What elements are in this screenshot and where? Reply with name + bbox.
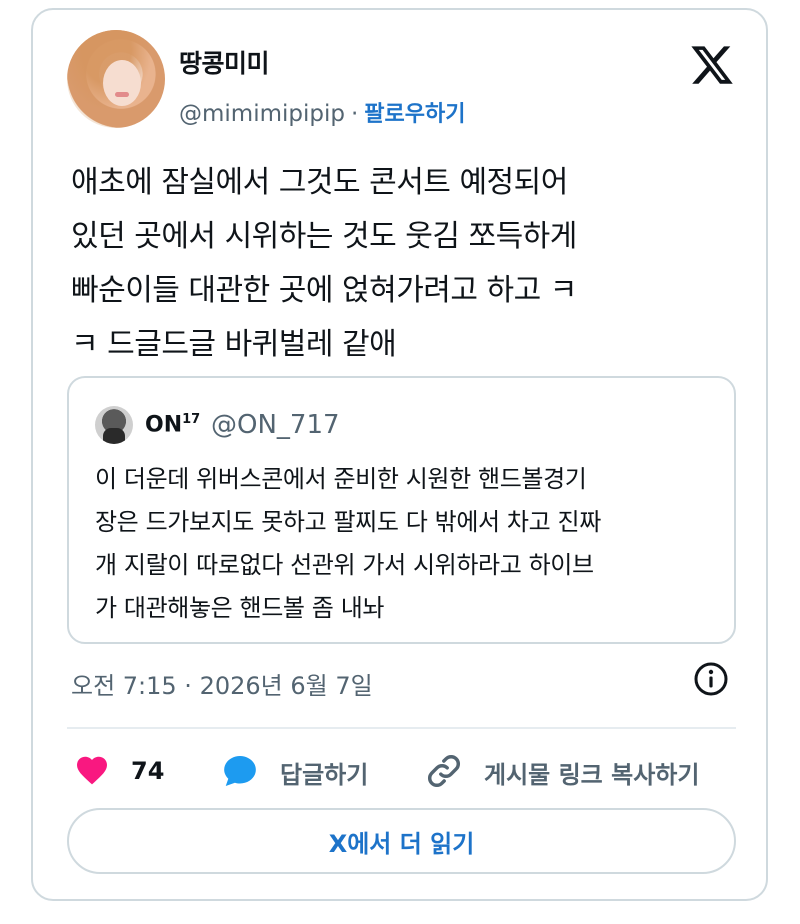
follow-link[interactable]: 팔로우하기 xyxy=(364,102,465,127)
reply-button[interactable]: 답글하기 xyxy=(280,755,368,790)
quoted-tweet-text: 이 더운데 위버스콘에서 준비한 시원한 핸드볼경기 장은 드가보지도 못하고 … xyxy=(95,465,601,622)
quoted-tweet[interactable]: ON17 @ON_717 이 더운데 위버스콘에서 준비한 시원한 핸드볼경기 … xyxy=(67,376,736,644)
quoted-author-name: ON17 xyxy=(145,412,201,438)
info-icon[interactable] xyxy=(693,661,729,697)
like-count: 74 xyxy=(131,757,165,785)
x-logo-icon[interactable] xyxy=(688,42,736,88)
link-icon[interactable] xyxy=(425,752,463,790)
reply-bubble-icon[interactable] xyxy=(221,752,259,790)
author-handle[interactable]: @mimimipipip xyxy=(179,101,345,127)
author-avatar[interactable] xyxy=(67,30,165,128)
copy-link-button[interactable]: 게시물 링크 복사하기 xyxy=(484,755,699,790)
separator-dot: · xyxy=(350,101,359,127)
quoted-author-handle: @ON_717 xyxy=(211,410,340,440)
tweet-text: 애초에 잠실에서 그것도 콘서트 예정되어 있던 곳에서 시위하는 것도 웃김 … xyxy=(71,165,577,362)
quoted-author-avatar xyxy=(95,406,133,444)
tweet-timestamp[interactable]: 오전 7:15 · 2026년 6월 7일 xyxy=(71,666,373,701)
divider xyxy=(67,727,736,729)
author-display-name[interactable]: 땅콩미미 xyxy=(179,44,270,80)
quoted-author-name-suffix: 17 xyxy=(182,412,201,427)
heart-icon[interactable] xyxy=(73,752,111,788)
author-handle-row: @mimimipipip · 팔로우하기 xyxy=(179,96,465,128)
read-more-button[interactable]: X에서 더 읽기 xyxy=(67,808,736,874)
tweet-card: 땅콩미미 @mimimipipip · 팔로우하기 애초에 잠실에서 그것도 콘서트… xyxy=(31,8,768,901)
